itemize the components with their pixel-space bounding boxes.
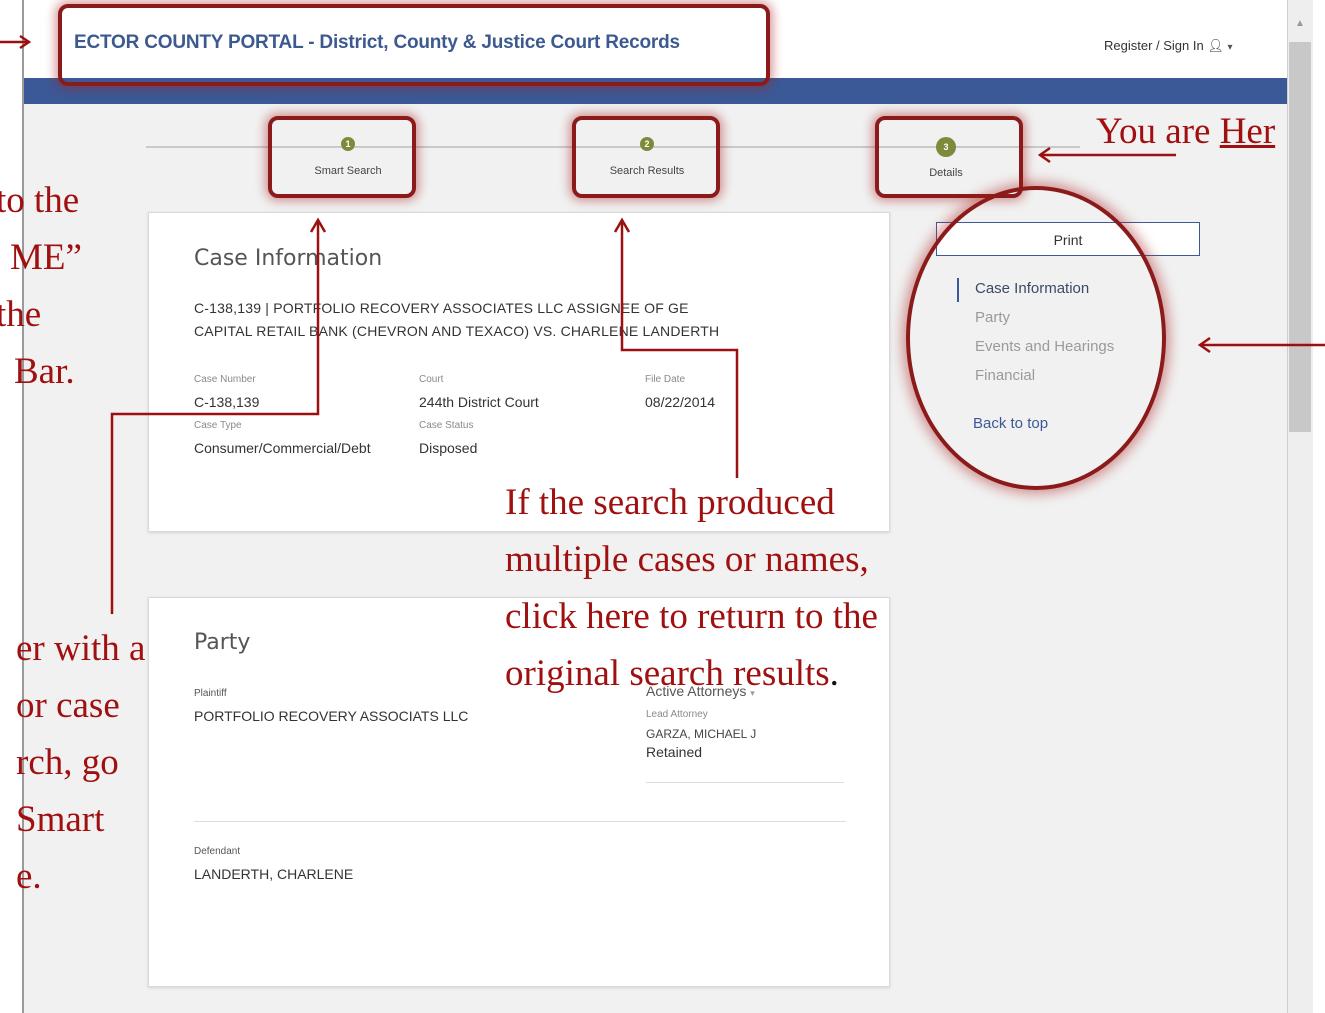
annotation-line: Smart <box>16 799 105 840</box>
annotation-line: the <box>0 294 42 335</box>
arrow-to-search-results <box>620 222 739 478</box>
annotation-you-are-here: You are Her <box>1096 110 1275 154</box>
annotation-left-bottom: er with a or case rch, go Smart e. <box>0 620 145 905</box>
annotation-line: If the search produced <box>505 482 835 523</box>
annotation-line: e. <box>16 856 42 897</box>
annotation-here: Her <box>1219 111 1276 152</box>
annotation-text: original search results <box>505 653 830 694</box>
annotation-line: er with a <box>16 628 146 669</box>
annotation-line: rch, go <box>16 742 119 783</box>
annotation-line: multiple cases or names, <box>505 539 869 580</box>
annotation-center: If the search produced multiple cases or… <box>505 474 878 702</box>
annotation-period: . <box>829 653 839 694</box>
arrow-to-smart-search <box>110 222 320 614</box>
annotation-line: or case <box>16 685 120 726</box>
annotation-line: ME” <box>10 237 82 278</box>
annotation-left-top: to the ME” the Bar. <box>0 172 82 400</box>
annotation-line: original search results. <box>505 645 878 702</box>
annotation-line: to the <box>0 180 80 221</box>
annotation-you-are: You are <box>1096 111 1211 152</box>
annotation-line: Bar. <box>14 351 75 392</box>
annotation-line: click here to return to the <box>505 596 878 637</box>
